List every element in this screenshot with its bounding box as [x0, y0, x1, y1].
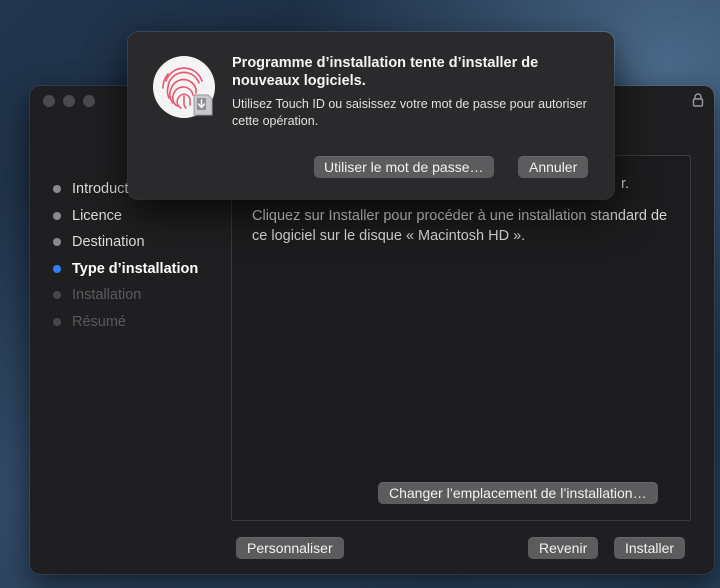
step-status-dot — [53, 211, 61, 220]
step-destination: Destination — [50, 229, 230, 256]
step-status-dot — [53, 185, 61, 193]
step-installation-type: Type d’installation — [50, 256, 230, 283]
close-window-button[interactable] — [43, 95, 55, 107]
step-label: Résumé — [72, 313, 126, 330]
step-label: Installation — [72, 287, 142, 303]
step-label: Destination — [72, 234, 145, 250]
install-instructions: Cliquez sur Installer pour procéder à un… — [252, 208, 668, 244]
partially-hidden-text: r. — [620, 176, 629, 192]
step-status-dot — [53, 291, 61, 299]
installation-steps-list: Introduction Licence Destination Type d’… — [50, 176, 230, 335]
step-label: Licence — [72, 207, 122, 224]
content-panel: r. Cliquez sur Installer pour procéder à… — [231, 155, 691, 521]
cancel-button[interactable]: Annuler — [518, 156, 589, 178]
minimize-window-button[interactable] — [63, 95, 75, 107]
dialog-title: Programme d’installation tente d’install… — [232, 55, 539, 89]
back-button[interactable]: Revenir — [528, 537, 599, 559]
step-status-dot — [53, 317, 61, 326]
step-status-dot — [53, 264, 61, 273]
step-summary: Résumé — [50, 309, 230, 336]
use-password-button[interactable]: Utiliser le mot de passe… — [314, 156, 494, 178]
zoom-window-button[interactable] — [83, 95, 95, 107]
step-status-dot — [53, 238, 61, 246]
step-licence: Licence — [50, 203, 230, 230]
step-label: Type d’installation — [72, 260, 199, 277]
step-installation: Installation — [50, 282, 230, 309]
dialog-message: Utilisez Touch ID ou saisissez votre mot… — [232, 97, 587, 128]
change-install-location-button[interactable]: Changer l’emplacement de l’installation… — [378, 482, 658, 504]
touch-id-fingerprint-icon — [153, 56, 215, 118]
customize-button[interactable]: Personnaliser — [236, 537, 344, 559]
lock-icon — [692, 93, 704, 107]
install-button[interactable]: Installer — [614, 537, 686, 559]
touch-id-auth-dialog: Programme d’installation tente d’install… — [128, 32, 614, 199]
